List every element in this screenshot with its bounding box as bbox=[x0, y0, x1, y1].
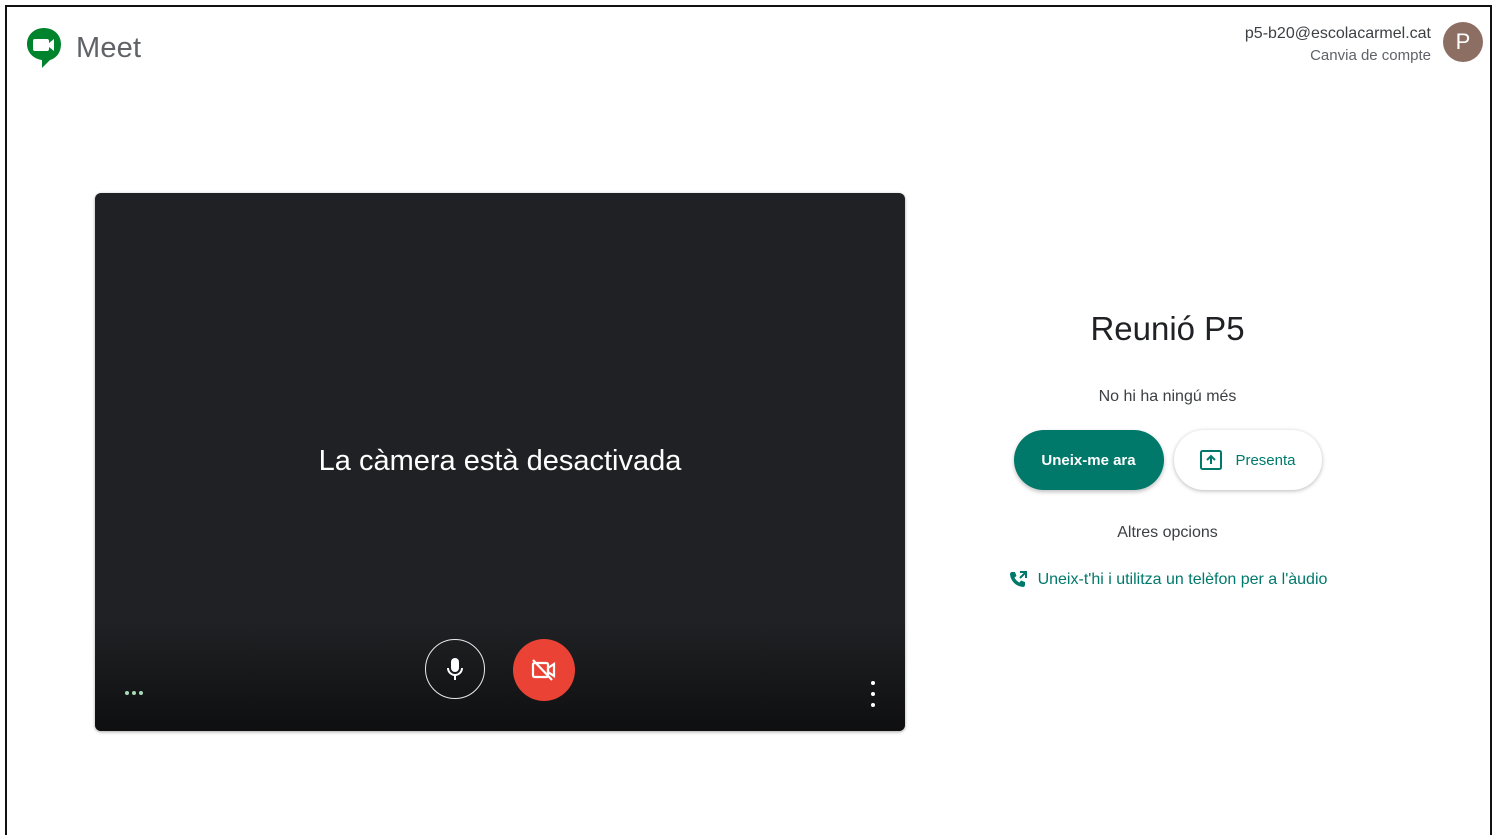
preview-gradient bbox=[95, 621, 905, 731]
avatar[interactable]: P bbox=[1443, 22, 1483, 62]
phone-link-label: Uneix-t'hi i utilitza un telèfon per a l… bbox=[1037, 571, 1328, 588]
microphone-icon bbox=[447, 658, 463, 680]
join-panel: Reunió P5 No hi ha ningú més Uneix-me ar… bbox=[990, 300, 1345, 590]
camera-off-icon bbox=[531, 659, 556, 681]
more-vert-icon bbox=[871, 681, 875, 685]
switch-account-link[interactable]: Canvia de compte bbox=[1245, 46, 1431, 66]
other-options-label: Altres opcions bbox=[1117, 524, 1218, 541]
phone-forward-icon bbox=[1009, 571, 1027, 587]
camera-toggle-button[interactable] bbox=[513, 639, 575, 701]
camera-off-message: La càmera està desactivada bbox=[318, 445, 682, 477]
present-screen-icon bbox=[1200, 450, 1223, 470]
present-button-label: Presenta bbox=[1235, 451, 1296, 469]
app-name: Meet bbox=[76, 31, 142, 64]
join-by-phone-link[interactable]: Uneix-t'hi i utilitza un telèfon per a l… bbox=[990, 570, 1345, 590]
present-button[interactable]: Presenta bbox=[1173, 430, 1322, 490]
microphone-toggle-button[interactable] bbox=[425, 639, 485, 699]
meeting-title: Reunió P5 bbox=[1090, 310, 1245, 347]
join-actions: Uneix-me ara Presenta bbox=[990, 430, 1345, 490]
more-options-button[interactable] bbox=[865, 681, 881, 707]
audio-level-dots-icon bbox=[125, 691, 143, 695]
google-meet-icon bbox=[27, 28, 61, 68]
account-info: p5-b20@escolacarmel.cat Canvia de compte bbox=[1245, 24, 1431, 66]
meet-logo[interactable]: Meet bbox=[26, 26, 141, 70]
account-email: p5-b20@escolacarmel.cat bbox=[1244, 25, 1431, 42]
join-now-button[interactable]: Uneix-me ara bbox=[1013, 430, 1164, 490]
participants-status: No hi ha ningú més bbox=[1098, 388, 1237, 405]
video-preview: La càmera està desactivada bbox=[95, 193, 905, 731]
